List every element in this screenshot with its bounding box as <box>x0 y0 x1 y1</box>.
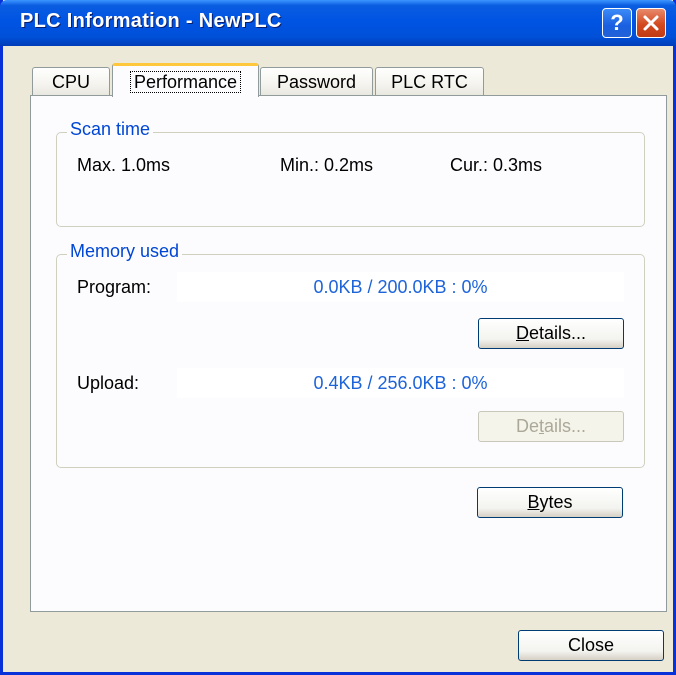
close-window-button[interactable] <box>636 8 666 38</box>
program-label: Program: <box>77 277 152 297</box>
close-button-label: Close <box>567 635 615 655</box>
memory-used-legend: Memory used <box>67 241 183 262</box>
help-button[interactable]: ? <box>602 8 632 38</box>
bytes-button[interactable]: Bytes <box>477 487 623 518</box>
program-details-mnemonic: D <box>515 323 529 343</box>
tab-performance-label: Performance <box>129 70 242 93</box>
scan-min-value: Min.: 0.2ms <box>280 155 374 175</box>
title-bar[interactable]: PLC Information - NewPLC ? <box>0 0 676 46</box>
scan-time-group: Scan time Max. 1.0ms Min.: 0.2ms Cur.: 0… <box>56 119 645 227</box>
tab-plc-rtc-label: PLC RTC <box>391 71 468 92</box>
tab-password[interactable]: Password <box>260 67 373 96</box>
memory-used-group: Memory used Program: 0.0KB / 200.0KB : 0… <box>56 241 645 468</box>
window-title: PLC Information - NewPLC <box>20 10 282 32</box>
tab-panel-performance: Scan time Max. 1.0ms Min.: 0.2ms Cur.: 0… <box>30 95 667 612</box>
tab-plc-rtc[interactable]: PLC RTC <box>375 67 484 96</box>
program-memory-value: 0.0KB / 200.0KB : 0% <box>177 272 624 302</box>
upload-details-label-pre: De <box>515 416 539 436</box>
program-details-label-post: etails... <box>528 323 587 343</box>
tab-cpu-label: CPU <box>51 71 90 92</box>
scan-time-legend: Scan time <box>67 119 154 140</box>
close-icon <box>643 15 659 31</box>
tab-password-label: Password <box>276 71 357 92</box>
tab-cpu[interactable]: CPU <box>32 67 110 96</box>
upload-label: Upload: <box>77 373 140 393</box>
program-details-button[interactable]: Details... <box>478 318 624 349</box>
upload-memory-value: 0.4KB / 256.0KB : 0% <box>177 368 624 398</box>
scan-cur-value: Cur.: 0.3ms <box>450 155 543 175</box>
bytes-mnemonic: B <box>527 492 540 512</box>
upload-details-label-post: ails... <box>544 416 587 436</box>
scan-max-value: Max. 1.0ms <box>77 155 171 175</box>
help-icon: ? <box>610 10 624 35</box>
upload-details-button[interactable]: De t ails... <box>478 411 624 442</box>
upload-memory-text: 0.4KB / 256.0KB : 0% <box>313 372 488 393</box>
tab-performance[interactable]: Performance <box>112 63 259 97</box>
close-button[interactable]: Close <box>518 630 664 661</box>
bytes-label-rest: ytes <box>539 492 573 512</box>
program-memory-text: 0.0KB / 200.0KB : 0% <box>313 276 488 297</box>
plc-information-dialog: PLC Information - NewPLC ? CPU Password … <box>0 0 676 675</box>
